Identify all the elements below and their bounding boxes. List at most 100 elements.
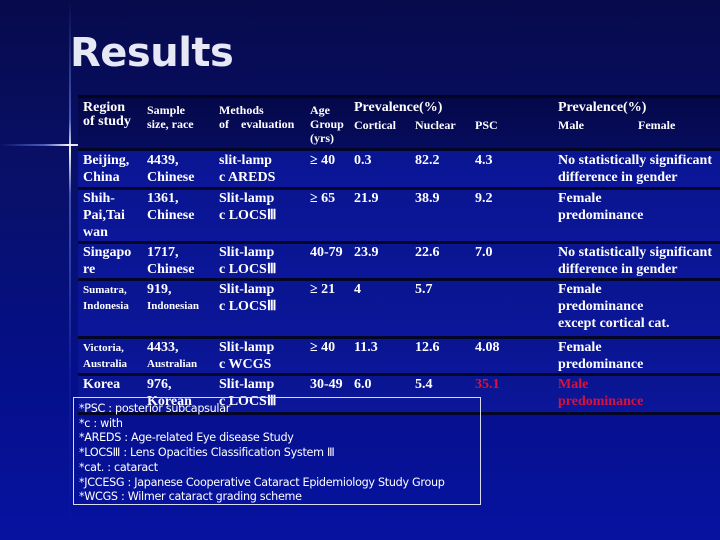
cell-text: 4439, <box>147 153 179 168</box>
cell-text: Australia <box>83 358 127 370</box>
cell-psc-highlighted: 35.1 <box>475 377 500 392</box>
header-text: Methods <box>219 103 264 117</box>
cell-text: 1717, <box>147 245 179 260</box>
cell-sample: 1361, Chinese <box>147 190 194 224</box>
cell-text: difference in gender <box>558 170 678 185</box>
cell-text: Chinese <box>147 170 195 185</box>
slide-title: Results <box>70 30 234 76</box>
header-prevalence-gender: Prevalence(%) <box>558 100 647 115</box>
cell-sample: 4433, Australian <box>147 339 197 372</box>
results-table: Region of study Sample size, race Method… <box>78 95 720 415</box>
header-methods: Methods of evaluation <box>219 103 294 131</box>
cell-text: Indonesian <box>147 300 199 312</box>
footnote: *LOCSⅢ : Lens Opacities Classification S… <box>79 446 335 460</box>
decorative-vertical-line <box>69 0 71 540</box>
cell-nuclear: 82.2 <box>415 153 440 168</box>
cell-region: Shih- Pai,Tai wan <box>83 190 125 241</box>
footnotes-box: *PSC : posterior subcapsular *c : with *… <box>73 397 481 505</box>
cell-method: Slit-lamp c LOCSⅢ <box>219 281 277 315</box>
cell-gender: No statistically significant difference … <box>558 244 712 278</box>
cell-text: Male <box>558 377 589 392</box>
header-text: of evaluation <box>219 117 295 131</box>
cell-text: predominance <box>558 208 644 223</box>
cell-gender: Female predominance <box>558 190 643 224</box>
cell-age: 30-49 <box>310 377 343 392</box>
table-row: Beijing, China 4439, Chinese slit-lamp c… <box>78 148 720 187</box>
cell-cortical: 4 <box>354 282 361 297</box>
cell-region: Sumatra, Indonesia <box>83 282 129 314</box>
cell-nuclear: 5.4 <box>415 377 433 392</box>
cell-cortical: 23.9 <box>354 245 379 260</box>
cell-psc: 4.3 <box>475 153 493 168</box>
cell-region: Korea <box>83 376 120 393</box>
cell-text: c LOCSⅢ <box>219 262 277 277</box>
cell-region: Singapo re <box>83 244 131 278</box>
cell-method: slit-lamp c AREDS <box>219 152 275 186</box>
footnote: *c : with <box>79 416 123 430</box>
cell-age: ≥ 40 <box>310 153 336 168</box>
cell-text: 976, <box>147 377 172 392</box>
table-row: Singapo re 1717, Chinese Slit-lamp c LOC… <box>78 241 720 278</box>
header-text: (yrs) <box>310 131 334 145</box>
table-row: Shih- Pai,Tai wan 1361, Chinese Slit-lam… <box>78 187 720 241</box>
cell-text: Slit-lamp <box>219 245 275 260</box>
cell-text: Female <box>558 282 602 297</box>
cell-cortical: 6.0 <box>354 377 372 392</box>
cell-text: 919, <box>147 282 172 297</box>
cell-gender: Female predominance except cortical cat. <box>558 281 670 332</box>
cell-cortical: 11.3 <box>354 340 378 355</box>
cell-psc: 4.08 <box>475 340 500 355</box>
cell-method: Slit-lamp c LOCSⅢ <box>219 244 277 278</box>
table-header: Region of study Sample size, race Method… <box>78 95 720 148</box>
cell-text: No statistically significant <box>558 153 712 168</box>
header-text: of study <box>83 114 131 129</box>
cell-text: Female <box>558 191 602 206</box>
footnote: *WCGS : Wilmer cataract grading scheme <box>79 490 302 504</box>
cell-sample: 4439, Chinese <box>147 152 194 186</box>
cell-text: Sumatra, <box>83 284 127 296</box>
header-nuclear: Nuclear <box>415 118 456 132</box>
header-text: Sample <box>147 103 186 117</box>
cell-text: Indonesia <box>83 300 129 312</box>
header-age-group: Age Group (yrs) <box>310 103 344 145</box>
cell-region: Beijing, China <box>83 152 129 186</box>
cell-text: predominance <box>558 299 644 314</box>
cell-text: predominance <box>558 357 644 372</box>
cell-sample: 1717, Chinese <box>147 244 194 278</box>
cell-age: ≥ 65 <box>310 191 336 206</box>
cell-sample: 919, Indonesian <box>147 281 199 314</box>
cell-gender: No statistically significant difference … <box>558 152 712 186</box>
cell-text: China <box>83 170 120 185</box>
cell-nuclear: 38.9 <box>415 191 440 206</box>
header-sample: Sample size, race <box>147 103 194 131</box>
header-female: Female <box>638 118 676 132</box>
cell-text: Slit-lamp <box>219 377 275 392</box>
header-cortical: Cortical <box>354 118 396 132</box>
header-psc: PSC <box>475 118 498 132</box>
table-row: Victoria, Australia 4433, Australian Sli… <box>78 336 720 373</box>
cell-age: ≥ 40 <box>310 340 336 355</box>
cell-text: except cortical cat. <box>558 316 670 331</box>
cell-method: Slit-lamp c WCGS <box>219 339 274 373</box>
header-text: Region <box>83 100 125 115</box>
cell-age: ≥ 21 <box>310 282 336 297</box>
cell-text: wan <box>83 225 108 240</box>
cell-psc: 7.0 <box>475 245 493 260</box>
table-row: Sumatra, Indonesia 919, Indonesian Slit-… <box>78 278 720 336</box>
cell-gender-highlighted: Male predominance <box>558 376 643 410</box>
cell-psc: 9.2 <box>475 191 493 206</box>
cell-text: slit-lamp <box>219 153 272 168</box>
cell-nuclear: 12.6 <box>415 340 440 355</box>
cell-text: 1361, <box>147 191 179 206</box>
cell-text: Korea <box>83 377 121 392</box>
cell-age: 40-79 <box>310 245 343 260</box>
cell-nuclear: 5.7 <box>415 282 433 297</box>
header-text: Age <box>310 103 330 117</box>
footnote: *AREDS : Age-related Eye disease Study <box>79 431 294 445</box>
cell-text: Beijing, <box>83 153 130 168</box>
footnote: *JCCESG : Japanese Cooperative Cataract … <box>79 475 445 489</box>
cell-text: c WCGS <box>219 357 272 372</box>
cell-text: Shih- <box>83 191 115 206</box>
cell-nuclear: 22.6 <box>415 245 440 260</box>
cell-gender: Female predominance <box>558 339 643 373</box>
